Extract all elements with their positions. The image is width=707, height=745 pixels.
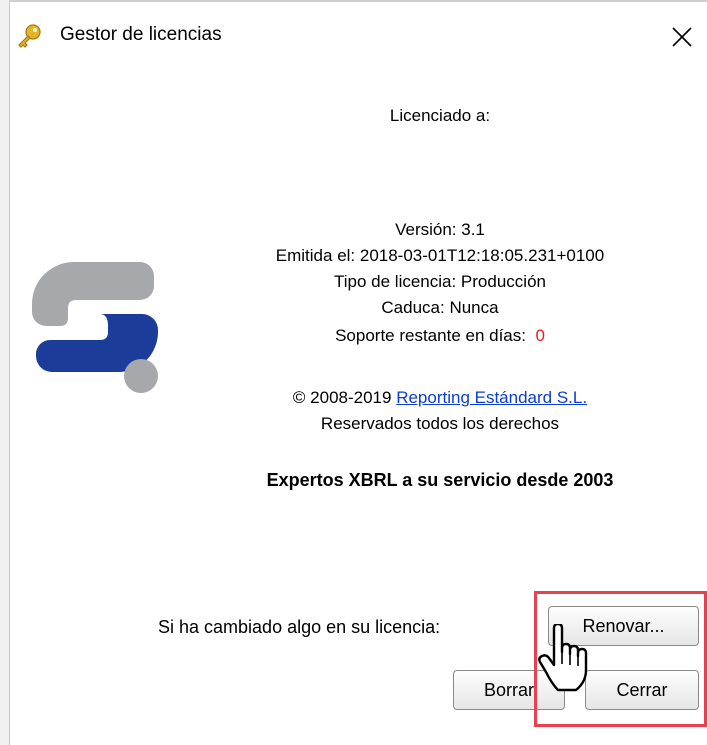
expiry-text: Caduca: Nunca xyxy=(381,298,499,317)
rights-text: Reservados todos los derechos xyxy=(320,414,560,433)
close-icon xyxy=(672,27,692,47)
support-label: Soporte restante en días: xyxy=(335,326,526,345)
company-logo xyxy=(32,262,158,393)
version-text: Versión: 3.1 xyxy=(395,220,485,239)
copyright-text: © 2008-2019 xyxy=(292,388,392,407)
company-link[interactable]: Reporting Estándard S.L. xyxy=(396,388,587,407)
close-window-button[interactable] xyxy=(665,20,699,54)
support-remaining: Soporte restante en días: 0 xyxy=(180,326,700,346)
title-bar[interactable]: Gestor de licencias xyxy=(10,2,707,76)
license-type-text: Tipo de licencia: Producción xyxy=(334,272,546,291)
hand-cursor-icon xyxy=(538,624,588,692)
copyright-line: © 2008-2019 Reporting Estándard S.L. xyxy=(180,388,700,408)
license-manager-dialog: Gestor de licencias Licenciado a: Versió… xyxy=(0,0,707,745)
renew-prompt: Si ha cambiado algo en su licencia: xyxy=(158,617,441,637)
licensed-to-label: Licenciado a: xyxy=(389,106,491,125)
issued-date-text: Emitida el: 2018-03-01T12:18:05.231+0100 xyxy=(275,246,605,265)
slogan-text: Expertos XBRL a su servicio desde 2003 xyxy=(266,470,614,490)
left-border xyxy=(0,0,10,745)
support-days-value: 0 xyxy=(535,326,545,345)
window-title: Gestor de licencias xyxy=(60,24,222,45)
key-icon xyxy=(18,24,41,48)
